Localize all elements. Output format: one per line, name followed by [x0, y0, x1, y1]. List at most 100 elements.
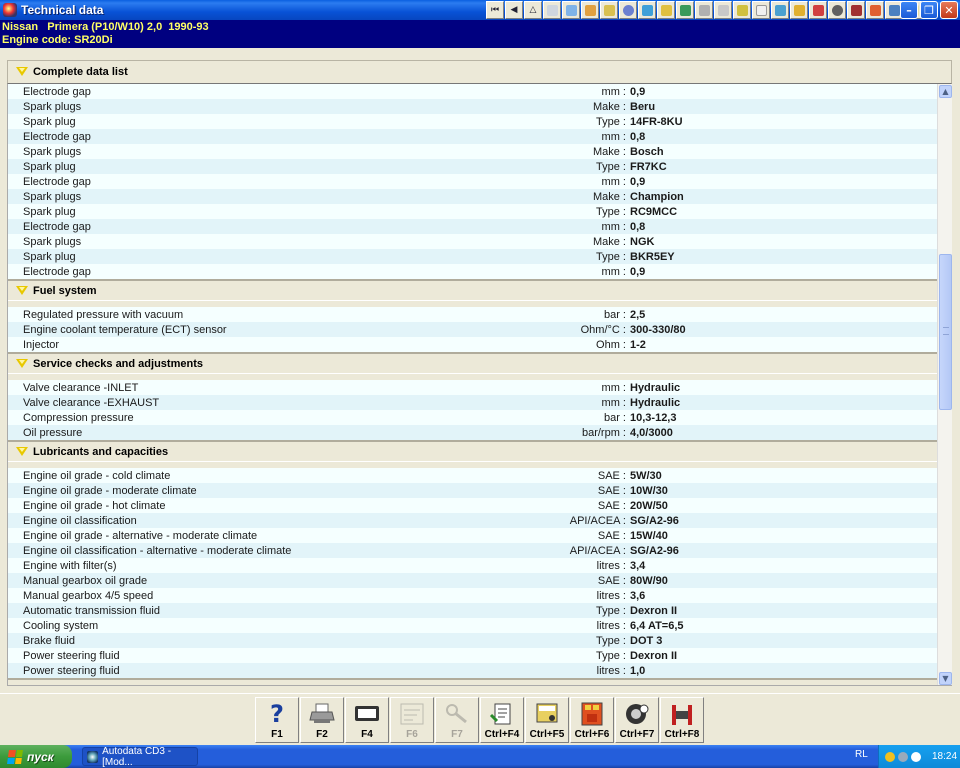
scroll-down-button[interactable]: ▼: [939, 672, 952, 685]
gauge-icon[interactable]: [619, 1, 637, 19]
row-label: Spark plugs: [23, 145, 82, 158]
row-label: Power steering fluid: [23, 664, 120, 677]
data-row: Power steering fluid litres 1,0: [8, 663, 938, 678]
electrics-icon[interactable]: [790, 1, 808, 19]
row-label: Injector: [23, 338, 60, 351]
row-unit: Make: [568, 191, 626, 203]
data-row: Engine coolant temperature (ECT) sensor O…: [8, 322, 938, 337]
row-unit: mm: [568, 397, 626, 409]
tray-icon-1[interactable]: [885, 751, 895, 762]
maximize-button[interactable]: ❐: [920, 1, 938, 19]
row-value: 5W/30: [630, 469, 662, 482]
ac-icon[interactable]: [771, 1, 789, 19]
row-value: 10W/30: [630, 484, 668, 497]
fuse-icon: [578, 701, 606, 727]
image-icon[interactable]: [562, 1, 580, 19]
row-label: Spark plugs: [23, 190, 82, 203]
table-icon[interactable]: [543, 1, 561, 19]
first-record-icon[interactable]: ⏮: [486, 1, 504, 19]
function-button-f4[interactable]: F4: [345, 697, 389, 743]
previous-record-icon[interactable]: ◀: [505, 1, 523, 19]
row-value: 15W/40: [630, 529, 668, 542]
data-row: Manual gearbox 4/5 speed litres 3,6: [8, 588, 938, 603]
start-button[interactable]: пуск: [0, 745, 72, 768]
window-title: Technical data: [21, 3, 104, 17]
function-button-ctrl-f6[interactable]: Ctrl+F6: [570, 697, 614, 743]
vehicle-header: Nissan Primera (P10/W10) 2,0 1990-93 Eng…: [0, 20, 960, 48]
timing-belt-icon[interactable]: [695, 1, 713, 19]
section-title: Service checks and adjustments: [33, 357, 203, 370]
row-value: Hydraulic: [630, 396, 681, 409]
row-value: 0,9: [630, 265, 646, 278]
row-label: Cooling system: [23, 619, 99, 632]
row-value: 80W/90: [630, 574, 668, 587]
function-toolbar: ? F1 F2 F4 F6 F7 Ctrl+F4 Ctrl+F5 Ctrl+F6 Ctrl+F7 C…: [0, 693, 960, 745]
row-value: FR7KC: [630, 160, 667, 173]
service-icon[interactable]: [657, 1, 675, 19]
row-label: Electrode gap: [23, 130, 91, 143]
data-row: Power steering fluid Type Dexron II: [8, 648, 938, 663]
row-unit: mm: [568, 131, 626, 143]
section-header[interactable]: Fuel system: [8, 279, 938, 301]
section-header[interactable]: Lubricants and capacities: [8, 440, 938, 462]
function-button-ctrl-f7[interactable]: Ctrl+F7: [615, 697, 659, 743]
function-button-f1[interactable]: ? F1: [255, 697, 299, 743]
scrollbar-thumb[interactable]: [939, 254, 952, 410]
function-key-label: F6: [406, 729, 418, 740]
close-button[interactable]: ✕: [940, 1, 958, 19]
help-icon: ?: [263, 701, 291, 727]
vertical-scrollbar[interactable]: ▲ ▼: [937, 84, 952, 685]
diagnostics-icon[interactable]: [638, 1, 656, 19]
row-unit: mm: [568, 221, 626, 233]
data-row: Automatic transmission fluid Type Dexron I…: [8, 603, 938, 618]
taskbar-app-button[interactable]: Autodata CD3 - [Mod...: [82, 746, 198, 768]
complete-data-list-header[interactable]: Complete data list: [7, 60, 952, 84]
tyre-icon[interactable]: [828, 1, 846, 19]
data-row: Spark plug Type FR7KC: [8, 159, 938, 174]
function-button-f7[interactable]: F7: [435, 697, 479, 743]
scroll-up-button[interactable]: ▲: [939, 85, 952, 98]
function-button-ctrl-f4[interactable]: Ctrl+F4: [480, 697, 524, 743]
section-title: Fuel system: [33, 284, 97, 297]
data-row: Engine with filter(s) litres 3,4: [8, 558, 938, 573]
shield-icon: [16, 684, 29, 685]
row-value: Champion: [630, 190, 684, 203]
lift-icon[interactable]: [847, 1, 865, 19]
function-key-label: Ctrl+F4: [484, 729, 520, 740]
data-row: Electrode gap mm 0,9: [8, 264, 938, 279]
row-label: Compression pressure: [23, 411, 134, 424]
section-header[interactable]: Tightening torques: [8, 678, 938, 685]
warning-icon[interactable]: △: [524, 1, 542, 19]
function-key-label: Ctrl+F7: [619, 729, 655, 740]
data-row: Valve clearance -INLET mm Hydraulic: [8, 380, 938, 395]
minimize-button[interactable]: –: [900, 1, 918, 19]
engine-icon[interactable]: [581, 1, 599, 19]
language-indicator[interactable]: RL: [855, 749, 868, 760]
section-title: Lubricants and capacities: [33, 445, 169, 458]
data-row: Electrode gap mm 0,9: [8, 174, 938, 189]
row-unit: bar: [568, 309, 626, 321]
row-unit: Make: [568, 236, 626, 248]
triangle-warning-icon[interactable]: [866, 1, 884, 19]
row-unit: SAE: [568, 485, 626, 497]
function-button-ctrl-f8[interactable]: Ctrl+F8: [660, 697, 704, 743]
brush-icon[interactable]: [714, 1, 732, 19]
section-header[interactable]: Service checks and adjustments: [8, 352, 938, 374]
tray-icon-2[interactable]: [898, 751, 908, 762]
tray-icon-3[interactable]: [911, 751, 921, 762]
data-list[interactable]: Electrode gapmm0,9Spark plugsMakeBeruSpa…: [7, 84, 952, 686]
row-unit: SAE: [568, 470, 626, 482]
function-button-f2[interactable]: F2: [300, 697, 344, 743]
row-label: Electrode gap: [23, 175, 91, 188]
data-row: Spark plugs Make Champion: [8, 189, 938, 204]
key-icon[interactable]: [733, 1, 751, 19]
row-value: 14FR-8KU: [630, 115, 683, 128]
window-icon[interactable]: [752, 1, 770, 19]
brakes-icon[interactable]: [809, 1, 827, 19]
function-button-f6[interactable]: F6: [390, 697, 434, 743]
function-button-ctrl-f5[interactable]: Ctrl+F5: [525, 697, 569, 743]
battery-icon[interactable]: [676, 1, 694, 19]
ignition-icon[interactable]: [600, 1, 618, 19]
tyre-icon: [623, 701, 651, 727]
row-label: Electrode gap: [23, 220, 91, 233]
